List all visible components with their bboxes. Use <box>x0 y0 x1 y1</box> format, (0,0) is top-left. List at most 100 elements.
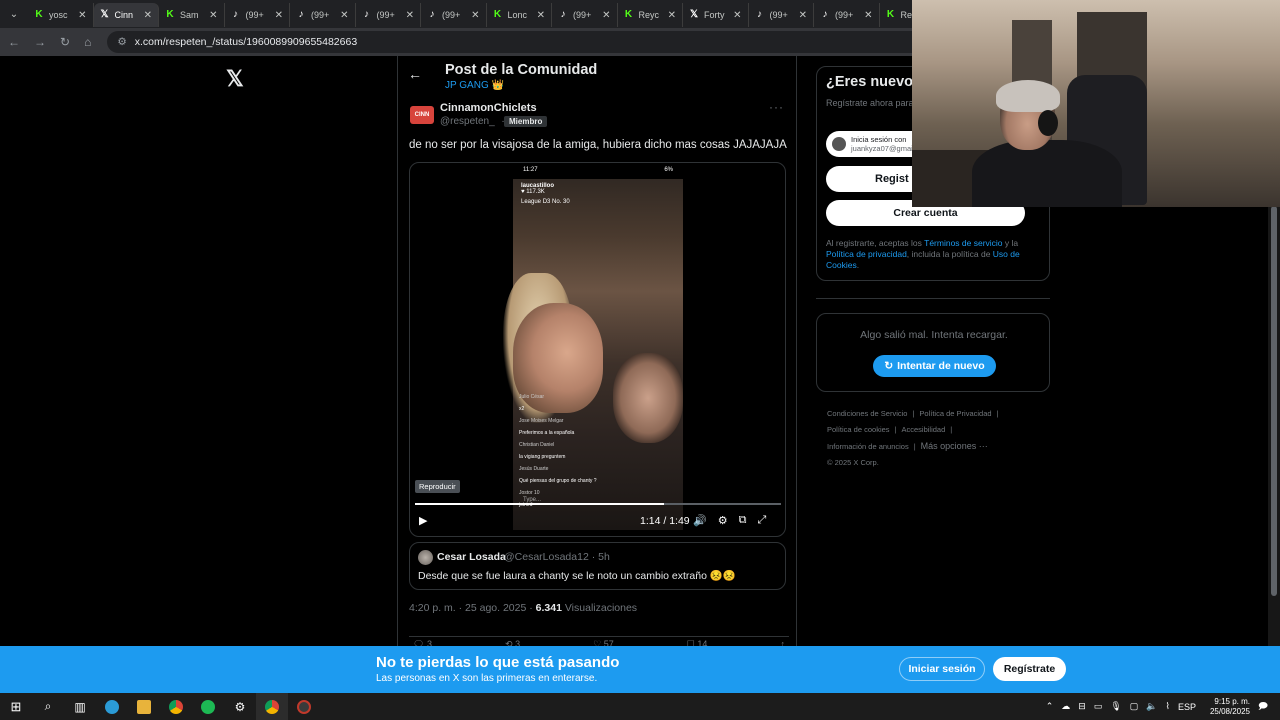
footer-privacy-link[interactable]: Política de Privacidad <box>919 409 991 418</box>
video-player[interactable]: 11:27 6% laucastilloo ♥ 117.3K League D3… <box>409 162 786 537</box>
fullscreen-icon[interactable]: ⤢ <box>757 514 766 527</box>
community-link[interactable]: JP GANG 👑 <box>445 80 504 91</box>
forward-arrow-icon[interactable]: → <box>34 35 46 49</box>
tab-close-icon[interactable]: ✕ <box>209 10 217 21</box>
footer-terms-link[interactable]: Condiciones de Servicio <box>827 409 907 418</box>
x-logo-icon[interactable]: 𝕏 <box>226 66 244 92</box>
file-explorer-icon[interactable] <box>128 693 160 720</box>
phone-time: 11:27 <box>523 167 538 173</box>
taskbar-clock[interactable]: 9:15 p. m. 25/08/2025 <box>1210 697 1250 717</box>
tab-favicon-icon: ♪ <box>560 9 566 20</box>
system-tray: ⌃ ☁ ⊟ ▭ 🎙 ▢ 🔈 ⌇ ESP 9:15 p. m. 25/08/202… <box>1046 693 1268 720</box>
footer-accessibility-link[interactable]: Accesibilidad <box>902 425 946 434</box>
webcam-person-hair <box>996 80 1060 112</box>
tab-search-chevron-icon[interactable]: ⌄ <box>0 0 28 28</box>
browser-tab[interactable]: ♪ (99+ ✕ <box>749 3 814 27</box>
display-icon[interactable]: ▢ <box>1130 701 1139 712</box>
tray-chevron-icon[interactable]: ⌃ <box>1046 701 1054 712</box>
post-time-text[interactable]: 4:20 p. m. · 25 ago. 2025 · <box>409 602 536 614</box>
wifi-icon[interactable]: ⌇ <box>1166 701 1170 712</box>
more-options-icon[interactable]: ··· <box>769 100 784 114</box>
tab-close-icon[interactable]: ✕ <box>340 10 348 21</box>
author-avatar[interactable]: CINN <box>410 106 434 124</box>
browser-tab[interactable]: 𝕏 Forty ✕ <box>683 3 749 27</box>
back-arrow-icon[interactable]: ← <box>408 66 422 82</box>
tab-close-icon[interactable]: ✕ <box>406 10 414 21</box>
browser-tab[interactable]: ♪ (99+ ✕ <box>290 3 356 27</box>
privacy-link[interactable]: Política de privacidad <box>826 249 907 259</box>
browser-tab[interactable]: ♪ (99+ ✕ <box>356 3 421 27</box>
chrome-icon[interactable] <box>160 693 192 720</box>
tab-close-icon[interactable]: ✕ <box>733 10 741 21</box>
tab-close-icon[interactable]: ✕ <box>144 10 152 21</box>
battery-icon[interactable]: ▭ <box>1094 701 1103 712</box>
repost-button[interactable]: ⟲ 3 <box>505 639 520 646</box>
reply-button[interactable]: 🗨 3 <box>413 639 432 646</box>
legal-mid2: , incluida la política de <box>906 249 993 259</box>
post-column: ← Post de la Comunidad JP GANG 👑 CINN Ci… <box>397 56 797 646</box>
tab-close-icon[interactable]: ✕ <box>537 10 545 21</box>
browser-tab[interactable]: ♪ (99+ ✕ <box>814 3 880 27</box>
video-progress-bar[interactable] <box>415 503 781 505</box>
back-arrow-icon[interactable]: ← <box>8 35 20 49</box>
address-bar[interactable]: ⚙ x.com/respeten_/status/196008990965548… <box>107 31 1008 53</box>
browser-tab[interactable]: K Sam ✕ <box>159 3 225 27</box>
settings-icon[interactable]: ⚙ <box>718 514 728 527</box>
login-button[interactable]: Iniciar sesión <box>899 657 985 681</box>
windows-start-icon[interactable]: ⊞ <box>0 693 32 720</box>
chrome-active-icon[interactable] <box>256 693 288 720</box>
footer-cookies-link[interactable]: Política de cookies <box>827 425 890 434</box>
author-name[interactable]: CinnamonChiclets <box>440 102 537 114</box>
home-icon[interactable]: ⌂ <box>84 35 91 49</box>
tab-close-icon[interactable]: ✕ <box>668 10 676 21</box>
tab-close-icon[interactable]: ✕ <box>799 10 807 21</box>
like-button[interactable]: ♡ 57 <box>593 639 614 646</box>
network-icon[interactable]: ⊟ <box>1078 701 1086 712</box>
tab-title: Reyc <box>638 10 660 20</box>
edge-icon[interactable] <box>96 693 128 720</box>
tab-close-icon[interactable]: ✕ <box>471 10 479 21</box>
tab-close-icon[interactable]: ✕ <box>275 10 283 21</box>
bookmark-button[interactable]: ☐ 14 <box>687 639 708 646</box>
chat-user: Julio César <box>519 394 545 400</box>
browser-tab[interactable]: ♪ (99+ ✕ <box>421 3 487 27</box>
member-badge: Miembro <box>504 116 548 127</box>
settings-icon[interactable]: ⚙ <box>224 693 256 720</box>
scrollbar-thumb[interactable] <box>1271 206 1277 596</box>
banner-scroll-gutter <box>1268 646 1280 693</box>
search-icon[interactable]: ⌕ <box>32 693 64 720</box>
retry-button[interactable]: ↻ Intentar de nuevo <box>873 355 996 377</box>
play-icon[interactable]: ▶ <box>419 514 427 527</box>
tab-close-icon[interactable]: ✕ <box>602 10 610 21</box>
share-icon[interactable]: ↑ <box>780 639 785 646</box>
browser-tab[interactable]: ♪ (99+ ✕ <box>552 3 618 27</box>
pip-icon[interactable]: ⧉ <box>739 514 747 527</box>
reload-icon[interactable]: ↻ <box>60 35 70 49</box>
footer-ads-link[interactable]: Información de anuncios <box>827 442 909 451</box>
notifications-icon[interactable]: 🗩 <box>1258 699 1268 715</box>
language-indicator[interactable]: ESP <box>1178 702 1196 712</box>
quoted-post[interactable]: Cesar Losada @CesarLosada12 · 5h Desde q… <box>409 542 786 590</box>
post-timestamp: 4:20 p. m. · 25 ago. 2025 · 6.341 Visual… <box>409 602 637 614</box>
site-info-icon[interactable]: ⚙ <box>117 36 126 48</box>
microphone-icon[interactable]: 🎙 <box>1110 701 1121 712</box>
browser-tab[interactable]: K Lonc ✕ <box>487 3 552 27</box>
volume-icon[interactable]: 🔊 <box>693 514 707 527</box>
tab-close-icon[interactable]: ✕ <box>78 10 86 21</box>
browser-tab[interactable]: ♪ (99+ ✕ <box>225 3 290 27</box>
terms-link[interactable]: Términos de servicio <box>924 238 1002 248</box>
volume-icon[interactable]: 🔈 <box>1146 701 1157 712</box>
onedrive-icon[interactable]: ☁ <box>1061 701 1070 712</box>
reply-icon: 🗨 <box>413 639 425 646</box>
browser-tab[interactable]: 𝕏 Cinn ✕ <box>93 3 159 27</box>
browser-tab[interactable]: Kyosc ✕ <box>28 3 94 27</box>
banner-subtitle: Las personas en X son las primeras en en… <box>376 673 598 684</box>
tab-close-icon[interactable]: ✕ <box>864 10 872 21</box>
footer-more-link[interactable]: Más opciones ··· <box>921 441 988 451</box>
browser-tab[interactable]: K Reyc ✕ <box>618 3 683 27</box>
obs-icon[interactable] <box>288 693 320 720</box>
author-handle[interactable]: @respeten_ · <box>440 116 505 127</box>
register-button[interactable]: Regístrate <box>993 657 1066 681</box>
spotify-icon[interactable] <box>192 693 224 720</box>
task-view-icon[interactable]: ▥ <box>64 693 96 720</box>
